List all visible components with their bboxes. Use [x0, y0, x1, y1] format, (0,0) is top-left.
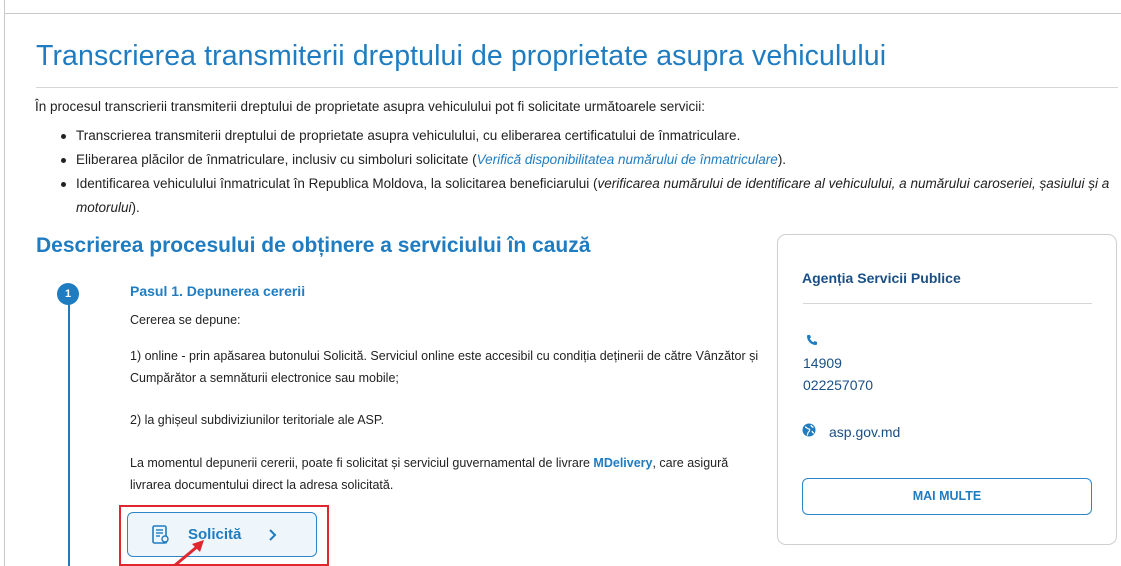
list-item: Transcrierea transmiterii dreptului de p… — [60, 124, 1115, 148]
list-item: Eliberarea plăcilor de înmatriculare, in… — [60, 148, 1115, 172]
check-plate-availability-link[interactable]: Verifică disponibilitatea numărului de î… — [477, 152, 778, 167]
step-timeline — [68, 300, 70, 566]
step-paragraph-4-text: La momentul depunerii cererii, poate fi … — [130, 456, 594, 470]
process-subtitle: Descrierea procesului de obținere a serv… — [36, 234, 591, 257]
bullet-1-text: Transcrierea transmiterii dreptului de p… — [76, 128, 741, 143]
chevron-right-icon — [269, 528, 277, 541]
more-button[interactable]: MAI MULTE — [802, 478, 1092, 515]
list-item: Identificarea vehiculului înmatriculat î… — [60, 172, 1115, 220]
step-title: Pasul 1. Depunerea cererii — [130, 283, 306, 299]
red-arrow — [173, 540, 204, 566]
bullet-2-text: Eliberarea plăcilor de înmatriculare, in… — [76, 152, 477, 167]
mdelivery-label: MDelivery — [593, 456, 653, 470]
bullet-3-text: Identificarea vehiculului înmatriculat î… — [76, 176, 598, 191]
step-paragraph-3: 2) la ghișeul subdiviziunilor teritorial… — [130, 413, 385, 427]
intro-text: În procesul transcrierii transmiterii dr… — [35, 99, 706, 114]
card-divider — [803, 303, 1092, 304]
phone-number-2[interactable]: 022257070 — [803, 377, 873, 393]
window-top-border — [0, 0, 1121, 14]
phone-icon — [807, 335, 817, 345]
bullet-2-suffix: ). — [777, 152, 787, 167]
step-paragraph-2: 1) online - prin apăsarea butonului Soli… — [130, 349, 759, 385]
website-link[interactable]: asp.gov.md — [829, 424, 900, 440]
bullet-3-suffix: ). — [131, 200, 140, 215]
phone-number-1[interactable]: 14909 — [803, 355, 842, 371]
services-list: Transcrierea transmiterii dreptului de p… — [60, 124, 1115, 220]
step-paragraph-4: La momentul depunerii cererii, poate fi … — [130, 452, 760, 496]
step-paragraph-1: Cererea se depune: — [130, 313, 241, 327]
step-number-badge: 1 — [57, 283, 79, 305]
page-title: Transcrierea transmiterii dreptului de p… — [36, 40, 887, 72]
agency-name: Agenția Servicii Publice — [802, 270, 961, 286]
window-left-border — [0, 0, 5, 566]
globe-icon — [802, 423, 816, 437]
title-divider — [36, 87, 1118, 88]
